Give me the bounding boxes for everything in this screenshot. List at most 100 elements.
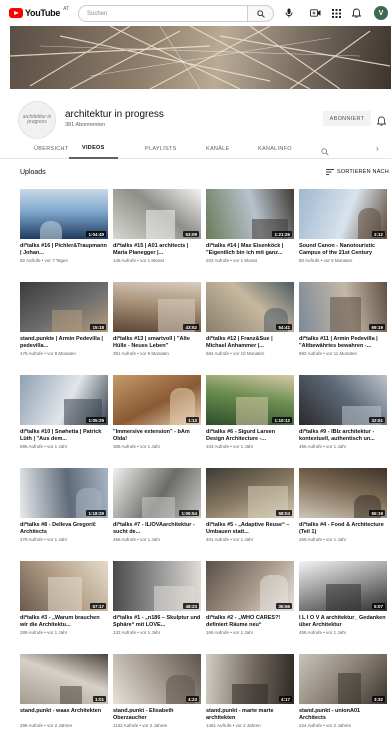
thumbnail-image	[142, 497, 175, 518]
notifications-button[interactable]	[350, 7, 362, 19]
video-card[interactable]: 3:32 stand.punkt - unionA01 Architects 224…	[299, 654, 387, 728]
video-card[interactable]: 1:13 "Immersive extension" - bAm Olda! 385…	[113, 375, 201, 449]
video-title[interactable]: di*talks #12 | Franz&Sue | Michael Anham…	[206, 336, 294, 350]
video-card[interactable]: 1:04:49 di*talks #16 | Pichler&Traupmann …	[20, 189, 108, 263]
video-card[interactable]: 15:18 stand.punkte | Armin Pedevilla | pe…	[20, 282, 108, 356]
video-thumbnail[interactable]: 1:01	[20, 654, 108, 704]
microphone-button[interactable]	[283, 7, 295, 19]
video-thumbnail[interactable]: 1:06:54	[113, 468, 201, 518]
video-card[interactable]: 2:12 Sound Canon - Nanotouristic Campus o…	[299, 189, 387, 263]
tab-channels[interactable]: KANÄLE	[206, 139, 230, 159]
video-thumbnail[interactable]: 53:09	[113, 189, 201, 239]
video-thumbnail[interactable]: 1:10:12	[206, 375, 294, 425]
video-thumbnail[interactable]: 54:41	[206, 282, 294, 332]
subscribed-button[interactable]: ABONNIERT	[323, 111, 371, 126]
sort-button[interactable]: SORTIEREN NACH	[326, 169, 389, 175]
video-card[interactable]: 35:56 di*talks #2 - „WHO CARES?! definier…	[206, 561, 294, 635]
youtube-logo[interactable]: YouTube AT	[9, 6, 69, 18]
video-card[interactable]: 43:52 di*talks #13 | smartvoll | "Alte Hü…	[113, 282, 201, 356]
video-thumbnail[interactable]: 2:12	[299, 189, 387, 239]
video-title[interactable]: di*talks #8 - Delleva Gregorič Architect…	[20, 522, 108, 536]
channel-notification-button[interactable]	[376, 113, 387, 126]
video-thumbnail[interactable]: 35:56	[206, 561, 294, 611]
video-card[interactable]: 32:51 di*talks #9 - IBIz architektur - ko…	[299, 375, 387, 449]
video-card[interactable]: 1:05:29 di*talks #10 | Snøhetta | Patrick…	[20, 375, 108, 449]
video-card[interactable]: 1:18:29 di*talks #8 - Delleva Gregorič Ar…	[20, 468, 108, 542]
video-title[interactable]: di*talks #15 | A01 architects | Maria Pl…	[113, 243, 201, 257]
video-card[interactable]: 1:01 stand.punkt - waax Architekten 298 Au…	[20, 654, 108, 728]
video-title[interactable]: stand.punkt - unionA01 Architects	[299, 708, 387, 722]
search-input[interactable]: Suchen	[78, 5, 248, 22]
video-meta: 202 Aufrufe • vor 1 Monat	[206, 258, 257, 263]
video-title[interactable]: di*talks #3 - „Warum brauchen wir die Ar…	[20, 615, 108, 629]
video-thumbnail[interactable]: 4:23	[113, 654, 201, 704]
video-thumbnail[interactable]: 32:51	[299, 375, 387, 425]
video-thumbnail[interactable]: 1:13	[113, 375, 201, 425]
channel-avatar[interactable]: architektur in progress	[18, 101, 56, 139]
video-thumbnail[interactable]: 4:17	[206, 654, 294, 704]
video-card[interactable]: 4:17 stand.punkt - marte marte architekte…	[206, 654, 294, 728]
video-title[interactable]: di*talks #4 - Food & Architecture (Teil …	[299, 522, 387, 536]
video-thumbnail[interactable]: 48:23	[113, 561, 201, 611]
video-card[interactable]: 4:23 stand.punkt - Elisabeth Oberzaucher 1…	[113, 654, 201, 728]
video-meta: 343 Aufrufe • vor 1 Jahr	[206, 444, 254, 449]
create-button[interactable]	[309, 7, 321, 19]
tab-overview[interactable]: ÜBERSICHT	[34, 139, 68, 159]
video-card[interactable]: 57:17 di*talks #3 - „Warum brauchen wir d…	[20, 561, 108, 635]
bell-icon	[376, 116, 387, 126]
video-title[interactable]: I L I O V A architektur_ Gedanken über A…	[299, 615, 387, 629]
video-thumbnail[interactable]: 5:07	[299, 561, 387, 611]
video-thumbnail[interactable]: 59:19	[299, 282, 387, 332]
video-card[interactable]: 1:06:54 di*talks #7 - ILIOVAarchitektur -…	[113, 468, 201, 542]
video-title[interactable]: di*talks #13 | smartvoll | "Alte Hülle -…	[113, 336, 201, 350]
channel-search-button[interactable]	[321, 143, 329, 161]
video-title[interactable]: di*talks #2 - „WHO CARES?! definiert Räu…	[206, 615, 294, 629]
video-title[interactable]: "Immersive extension" - bAm Olda!	[113, 429, 201, 443]
account-avatar[interactable]: V	[374, 6, 388, 20]
video-title[interactable]: stand.punkte | Armin Pedevilla | pedevil…	[20, 336, 108, 350]
video-card[interactable]: 1:10:12 di*talks #6 - Sigurd Larsen Desig…	[206, 375, 294, 449]
video-title[interactable]: di*talks #6 - Sigurd Larsen Design Archi…	[206, 429, 294, 443]
video-thumbnail[interactable]: 3:32	[299, 654, 387, 704]
chevron-right-icon[interactable]: ›	[376, 144, 379, 153]
video-card[interactable]: 58:04 di*talks #5 - „Adaptive Reuse“ – Um…	[206, 468, 294, 542]
video-thumbnail[interactable]: 1:18:29	[20, 468, 108, 518]
video-card[interactable]: 53:09 di*talks #15 | A01 architects | Mar…	[113, 189, 201, 263]
video-title[interactable]: di*talks #9 - IBIz architektur - kontext…	[299, 429, 387, 443]
video-thumbnail[interactable]: 43:52	[113, 282, 201, 332]
video-duration: 1:06:54	[179, 510, 199, 516]
video-thumbnail[interactable]: 55:19	[299, 468, 387, 518]
video-card[interactable]: 48:23 di*talks #1 - „n186 – Skulptur und …	[113, 561, 201, 635]
video-card[interactable]: 59:19 di*talks #11 | Armin Pedevilla | "A…	[299, 282, 387, 356]
video-card[interactable]: 55:19 di*talks #4 - Food & Architecture (…	[299, 468, 387, 542]
video-meta: 455 Aufrufe • vor 1 Jahr	[299, 444, 347, 449]
video-title[interactable]: di*talks #11 | Armin Pedevilla | "Altbew…	[299, 336, 387, 350]
video-card[interactable]: 1:21:26 di*talks #14 | Max Eisenköck | "E…	[206, 189, 294, 263]
search-button[interactable]	[248, 5, 274, 22]
video-title[interactable]: stand.punkt - waax Architekten	[20, 708, 108, 722]
video-thumbnail[interactable]: 58:04	[206, 468, 294, 518]
video-title[interactable]: di*talks #14 | Max Eisenköck | "Eigentli…	[206, 243, 294, 257]
video-title[interactable]: di*talks #1 - „n186 – Skulptur und Sphär…	[113, 615, 201, 629]
video-title[interactable]: di*talks #16 | Pichler&Traupmann | Johan…	[20, 243, 108, 257]
video-thumbnail[interactable]: 57:17	[20, 561, 108, 611]
video-duration: 48:23	[183, 603, 199, 609]
video-card[interactable]: 5:07 I L I O V A architektur_ Gedanken üb…	[299, 561, 387, 635]
video-thumbnail[interactable]: 1:21:26	[206, 189, 294, 239]
video-thumbnail[interactable]: 1:05:29	[20, 375, 108, 425]
video-title[interactable]: di*talks #7 - ILIOVAarchitektur - sucht …	[113, 522, 201, 536]
video-thumbnail[interactable]: 15:18	[20, 282, 108, 332]
tab-playlists[interactable]: PLAYLISTS	[145, 139, 177, 159]
tab-about[interactable]: KANALINFO	[258, 139, 292, 159]
apps-button[interactable]	[330, 7, 342, 19]
video-title[interactable]: Sound Canon - Nanotouristic Campus of th…	[299, 243, 387, 257]
bell-icon	[351, 8, 361, 18]
video-title[interactable]: stand.punkt - Elisabeth Oberzaucher	[113, 708, 201, 722]
video-title[interactable]: di*talks #5 - „Adaptive Reuse“ – Umbauen…	[206, 522, 294, 536]
video-thumbnail[interactable]: 1:04:49	[20, 189, 108, 239]
video-meta: 278 Aufrufe • vor 1 Jahr	[20, 537, 68, 542]
video-title[interactable]: stand.punkt - marte marte architekten	[206, 708, 294, 722]
tab-videos[interactable]: VIDEOS	[69, 139, 118, 159]
video-card[interactable]: 54:41 di*talks #12 | Franz&Sue | Michael …	[206, 282, 294, 356]
video-title[interactable]: di*talks #10 | Snøhetta | Patrick Lüth |…	[20, 429, 108, 443]
